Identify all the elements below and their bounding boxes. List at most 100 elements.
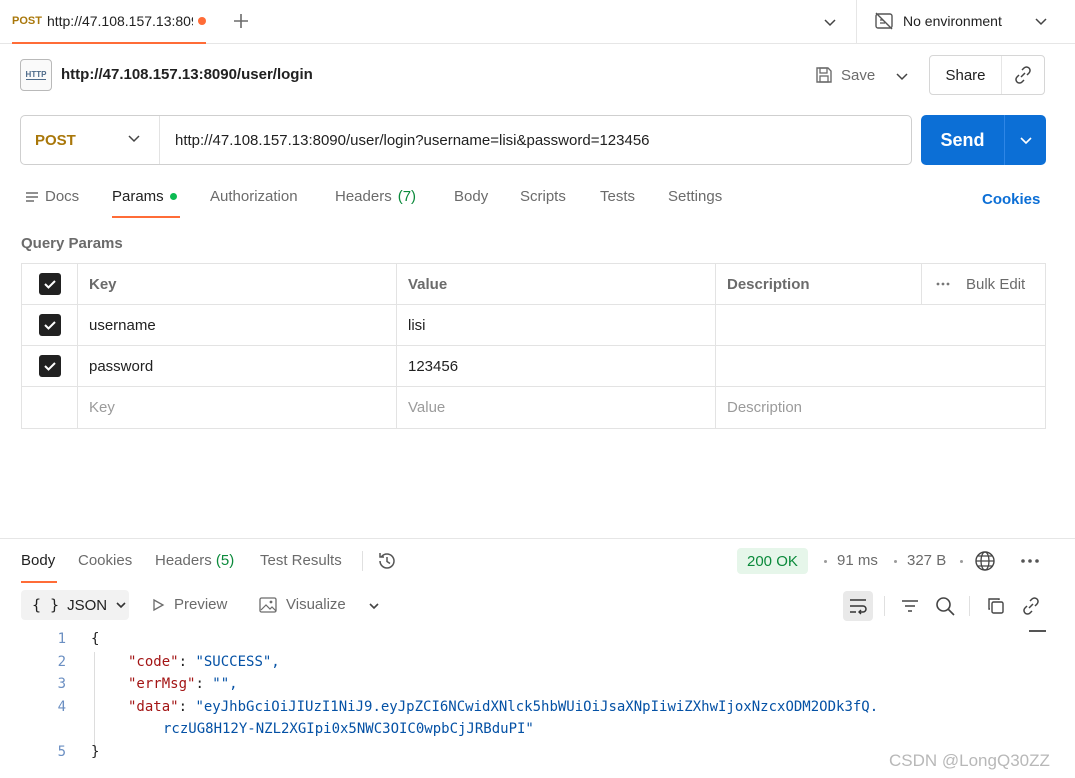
response-size[interactable]: 327 B — [907, 552, 946, 569]
json-value-continuation: rczUG8H12Y-NZL2XGIpi0x5NWC3OIC0wpbCjJRBd… — [163, 721, 534, 737]
status-badge[interactable]: 200 OK — [737, 548, 808, 574]
share-button[interactable]: Share — [930, 56, 1002, 94]
more-horizontal-icon — [1021, 559, 1039, 563]
wrap-text-icon — [850, 599, 867, 615]
new-key-input[interactable]: Key — [78, 387, 397, 428]
environment-dropdown-button[interactable] — [1030, 10, 1052, 32]
http-icon-label: HTTP — [25, 70, 47, 80]
tab-body[interactable]: Body — [454, 188, 488, 205]
send-options-button[interactable] — [1005, 115, 1046, 165]
network-info-button[interactable] — [974, 550, 996, 576]
bulk-edit-button[interactable]: Bulk Edit — [922, 264, 1045, 304]
save-options-button[interactable] — [890, 64, 914, 88]
new-tab-button[interactable] — [228, 8, 254, 34]
plus-icon — [234, 14, 248, 28]
column-header-value: Value — [397, 264, 716, 304]
response-tabs: Body Cookies Headers (5) Test Results 20… — [0, 538, 1075, 583]
tab-params[interactable]: Params — [112, 188, 177, 205]
response-body-code[interactable]: 1 { 2 "code": "SUCCESS", 3 "errMsg": "",… — [0, 628, 1030, 763]
save-button[interactable]: Save — [815, 62, 875, 88]
format-label: JSON — [67, 596, 108, 614]
response-tab-body[interactable]: Body — [21, 552, 55, 569]
no-environment-icon — [875, 12, 893, 30]
copy-link-button[interactable] — [1002, 56, 1044, 94]
code-text: "errMsg": "", — [128, 676, 238, 692]
select-all-checkbox[interactable] — [22, 264, 78, 304]
visualize-options-button[interactable] — [362, 594, 386, 618]
code-line: 5 } — [0, 741, 1030, 764]
row-checkbox[interactable] — [22, 346, 78, 386]
param-description-input[interactable] — [716, 346, 1045, 386]
image-icon — [259, 596, 277, 613]
line-number: 1 — [57, 631, 66, 647]
column-header-key: Key — [78, 264, 397, 304]
tab-headers-count: (7) — [397, 188, 417, 205]
divider — [884, 596, 885, 616]
json-value: "", — [212, 676, 238, 692]
tab-bar: POST http://47.108.157.13:8090/user/logi… — [0, 0, 1075, 44]
format-select[interactable]: { } JSON — [21, 590, 129, 620]
tab-headers[interactable]: Headers (7) — [335, 188, 416, 205]
param-value-input[interactable]: 123456 — [397, 346, 716, 386]
tab-body-label: Body — [454, 188, 489, 205]
request-name[interactable]: http://47.108.157.13:8090/user/login — [61, 66, 313, 83]
request-tab[interactable]: POST http://47.108.157.13:8090/user/logi… — [12, 0, 206, 44]
search-button[interactable] — [933, 594, 957, 618]
table-row: username lisi — [22, 305, 1045, 346]
empty-checkbox-cell — [22, 387, 78, 428]
environment-selector[interactable]: No environment — [874, 8, 1002, 34]
scrollbar-marker[interactable] — [1029, 630, 1046, 632]
url-input[interactable]: http://47.108.157.13:8090/user/login?use… — [160, 132, 650, 149]
method-value: POST — [35, 131, 76, 149]
response-tab-headers-label: Headers — [155, 552, 212, 569]
tab-tests[interactable]: Tests — [600, 188, 635, 205]
tab-docs-label: Docs — [45, 188, 80, 205]
param-key-input[interactable]: password — [78, 346, 397, 386]
tabs-dropdown-button[interactable] — [818, 10, 842, 34]
history-icon — [379, 553, 395, 569]
unsaved-dot-icon — [198, 17, 206, 25]
chevron-down-icon — [1035, 18, 1047, 26]
wrap-lines-button[interactable] — [843, 591, 873, 621]
filter-icon — [902, 600, 918, 612]
send-button[interactable]: Send — [921, 115, 1005, 165]
query-params-title: Query Params — [21, 235, 123, 252]
response-time[interactable]: 91 ms — [837, 552, 878, 569]
tab-authorization[interactable]: Authorization — [210, 188, 298, 205]
divider — [362, 551, 363, 571]
http-request-icon: HTTP — [20, 59, 52, 91]
cookies-link[interactable]: Cookies — [982, 191, 1040, 208]
tab-settings[interactable]: Settings — [668, 188, 722, 205]
param-description-input[interactable] — [716, 305, 1045, 345]
tab-docs[interactable]: Docs — [25, 188, 79, 205]
table-row: password 123456 — [22, 346, 1045, 387]
copy-link-button[interactable] — [1019, 594, 1043, 618]
bulk-edit-label: Bulk Edit — [966, 275, 1026, 293]
code-text: { — [91, 631, 100, 647]
more-options-button[interactable] — [1020, 552, 1040, 574]
visualize-button[interactable]: Visualize — [259, 596, 346, 613]
copy-icon — [988, 598, 1004, 614]
method-select[interactable]: POST — [21, 116, 160, 164]
response-tab-test-results[interactable]: Test Results — [260, 552, 342, 569]
new-value-input[interactable]: Value — [397, 387, 716, 428]
tab-scripts[interactable]: Scripts — [520, 188, 566, 205]
param-value-input[interactable]: lisi — [397, 305, 716, 345]
checkbox-checked-icon — [38, 314, 61, 336]
tab-tests-label: Tests — [600, 188, 636, 205]
more-horizontal-icon — [936, 282, 950, 286]
response-tab-cookies[interactable]: Cookies — [78, 552, 132, 569]
filter-button[interactable] — [898, 594, 922, 618]
copy-button[interactable] — [984, 594, 1008, 618]
params-table: Key Value Description Bulk Edit username… — [21, 263, 1046, 429]
new-description-input[interactable]: Description — [716, 387, 1045, 428]
line-number: 2 — [57, 653, 66, 670]
row-checkbox[interactable] — [22, 305, 78, 345]
param-key-input[interactable]: username — [78, 305, 397, 345]
active-response-tab-indicator — [21, 581, 57, 583]
response-tab-headers[interactable]: Headers (5) — [155, 552, 234, 569]
preview-button[interactable]: Preview — [151, 596, 227, 613]
history-button[interactable] — [376, 550, 398, 576]
chevron-down-icon — [128, 135, 140, 143]
code-line-wrapped: rczUG8H12Y-NZL2XGIpi0x5NWC3OIC0wpbCjJRBd… — [0, 718, 1030, 741]
